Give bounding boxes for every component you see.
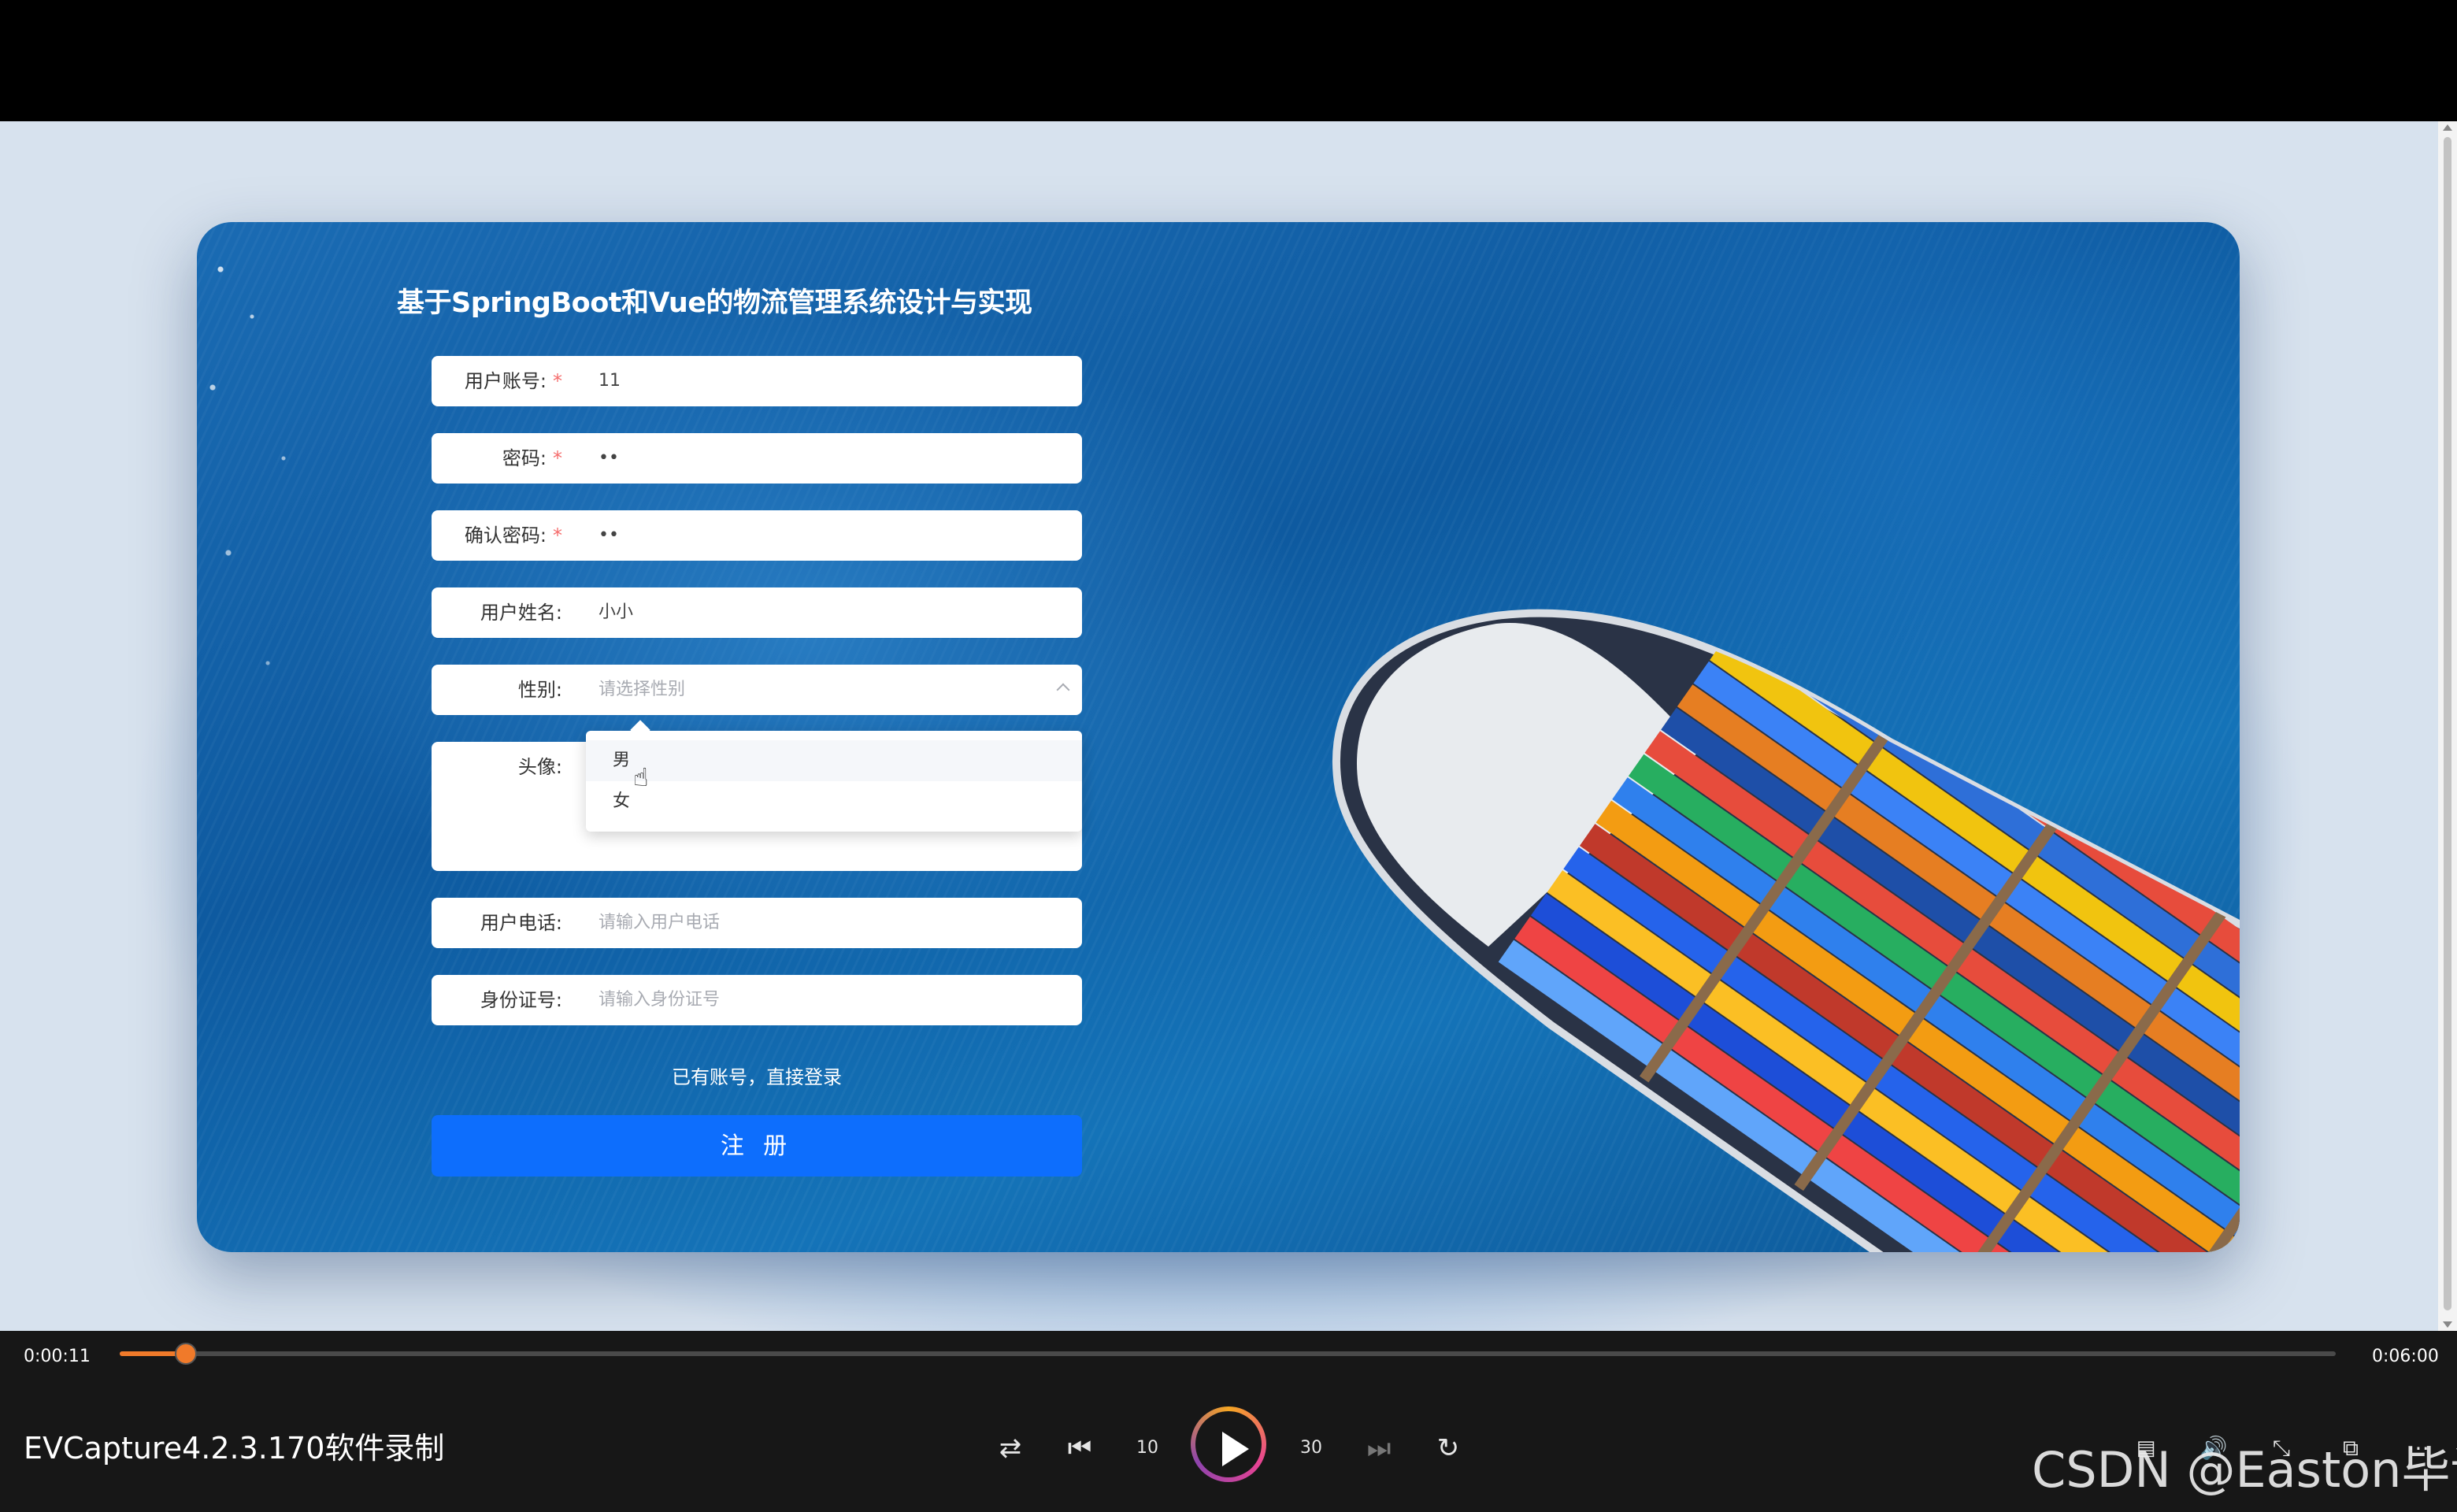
video-title: EVCapture4.2.3.170软件录制	[24, 1431, 445, 1466]
phone-field[interactable]: 用户电话: 请输入用户电话	[432, 898, 1082, 948]
id-number-field[interactable]: 身份证号: 请输入身份证号	[432, 975, 1082, 1025]
rewind-10-icon[interactable]: 10	[1128, 1429, 1167, 1468]
confirm-password-field[interactable]: 确认密码: * ••	[432, 510, 1082, 561]
phone-placeholder: 请输入用户电话	[598, 913, 721, 932]
progress-track[interactable]	[120, 1343, 2336, 1365]
total-time: 0:06:00	[2372, 1347, 2439, 1366]
id-number-label: 身份证号:	[480, 989, 562, 1011]
shuffle-icon[interactable]: ⇄	[991, 1429, 1030, 1468]
gender-option-female[interactable]: 女	[586, 781, 1082, 822]
play-icon	[1195, 1411, 1262, 1477]
password-field[interactable]: 密码: * ••	[432, 433, 1082, 484]
forward-30-icon[interactable]: 30	[1292, 1429, 1331, 1468]
hand-cursor-icon: ☝	[633, 762, 649, 792]
container-ship-image	[1332, 609, 2240, 1252]
play-button[interactable]	[1191, 1406, 1266, 1482]
media-player-bar: 0:00:11 0:06:00 EVCapture4.2.3.170软件录制 ⇄…	[0, 1331, 2457, 1512]
password-value: ••	[598, 448, 619, 468]
gender-label: 性别:	[517, 679, 562, 701]
chevron-up-icon[interactable]	[1056, 683, 1070, 697]
realname-field[interactable]: 用户姓名: 小小	[432, 587, 1082, 638]
previous-icon[interactable]: ⏮	[1060, 1429, 1099, 1468]
scroll-down-icon[interactable]	[2443, 1321, 2452, 1328]
gender-placeholder: 请选择性别	[598, 680, 686, 699]
username-value: 11	[598, 371, 621, 391]
vertical-scrollbar[interactable]	[2438, 121, 2457, 1331]
realname-value: 小小	[598, 602, 634, 622]
phone-label: 用户电话:	[480, 912, 562, 934]
progress-knob[interactable]	[175, 1343, 198, 1365]
register-card: 基于SpringBoot和Vue的物流管理系统设计与实现 用户账号: * 11 密…	[197, 222, 2240, 1252]
next-icon[interactable]: ⏭	[1359, 1429, 1399, 1468]
csdn-watermark: CSDN @Easton毕设	[2032, 1441, 2457, 1499]
gender-dropdown: 男 女 ☝	[586, 720, 1082, 832]
confirm-password-label: 确认密码: *	[464, 524, 562, 547]
id-number-placeholder: 请输入身份证号	[598, 990, 721, 1010]
register-button[interactable]: 注 册	[432, 1115, 1082, 1177]
repeat-icon[interactable]: ↻	[1429, 1429, 1468, 1468]
password-label: 密码: *	[502, 447, 562, 469]
realname-label: 用户姓名:	[480, 602, 562, 624]
current-time: 0:00:11	[24, 1347, 91, 1366]
top-black-bar	[0, 0, 2457, 121]
avatar-label: 头像:	[517, 756, 562, 778]
username-label: 用户账号: *	[464, 370, 562, 392]
scrollbar-thumb[interactable]	[2444, 137, 2451, 1310]
browser-viewport: 基于SpringBoot和Vue的物流管理系统设计与实现 用户账号: * 11 密…	[0, 121, 2438, 1331]
gender-select[interactable]: 性别: 请选择性别	[432, 665, 1082, 715]
dropdown-arrow	[630, 720, 650, 740]
page-title: 基于SpringBoot和Vue的物流管理系统设计与实现	[397, 287, 1032, 319]
gender-option-male[interactable]: 男	[586, 740, 1082, 781]
login-link[interactable]: 已有账号，直接登录	[432, 1062, 1082, 1089]
confirm-password-value: ••	[598, 525, 619, 545]
scroll-up-icon[interactable]	[2443, 124, 2452, 131]
sea-foam-decoration	[197, 222, 402, 773]
username-field[interactable]: 用户账号: * 11	[432, 356, 1082, 406]
